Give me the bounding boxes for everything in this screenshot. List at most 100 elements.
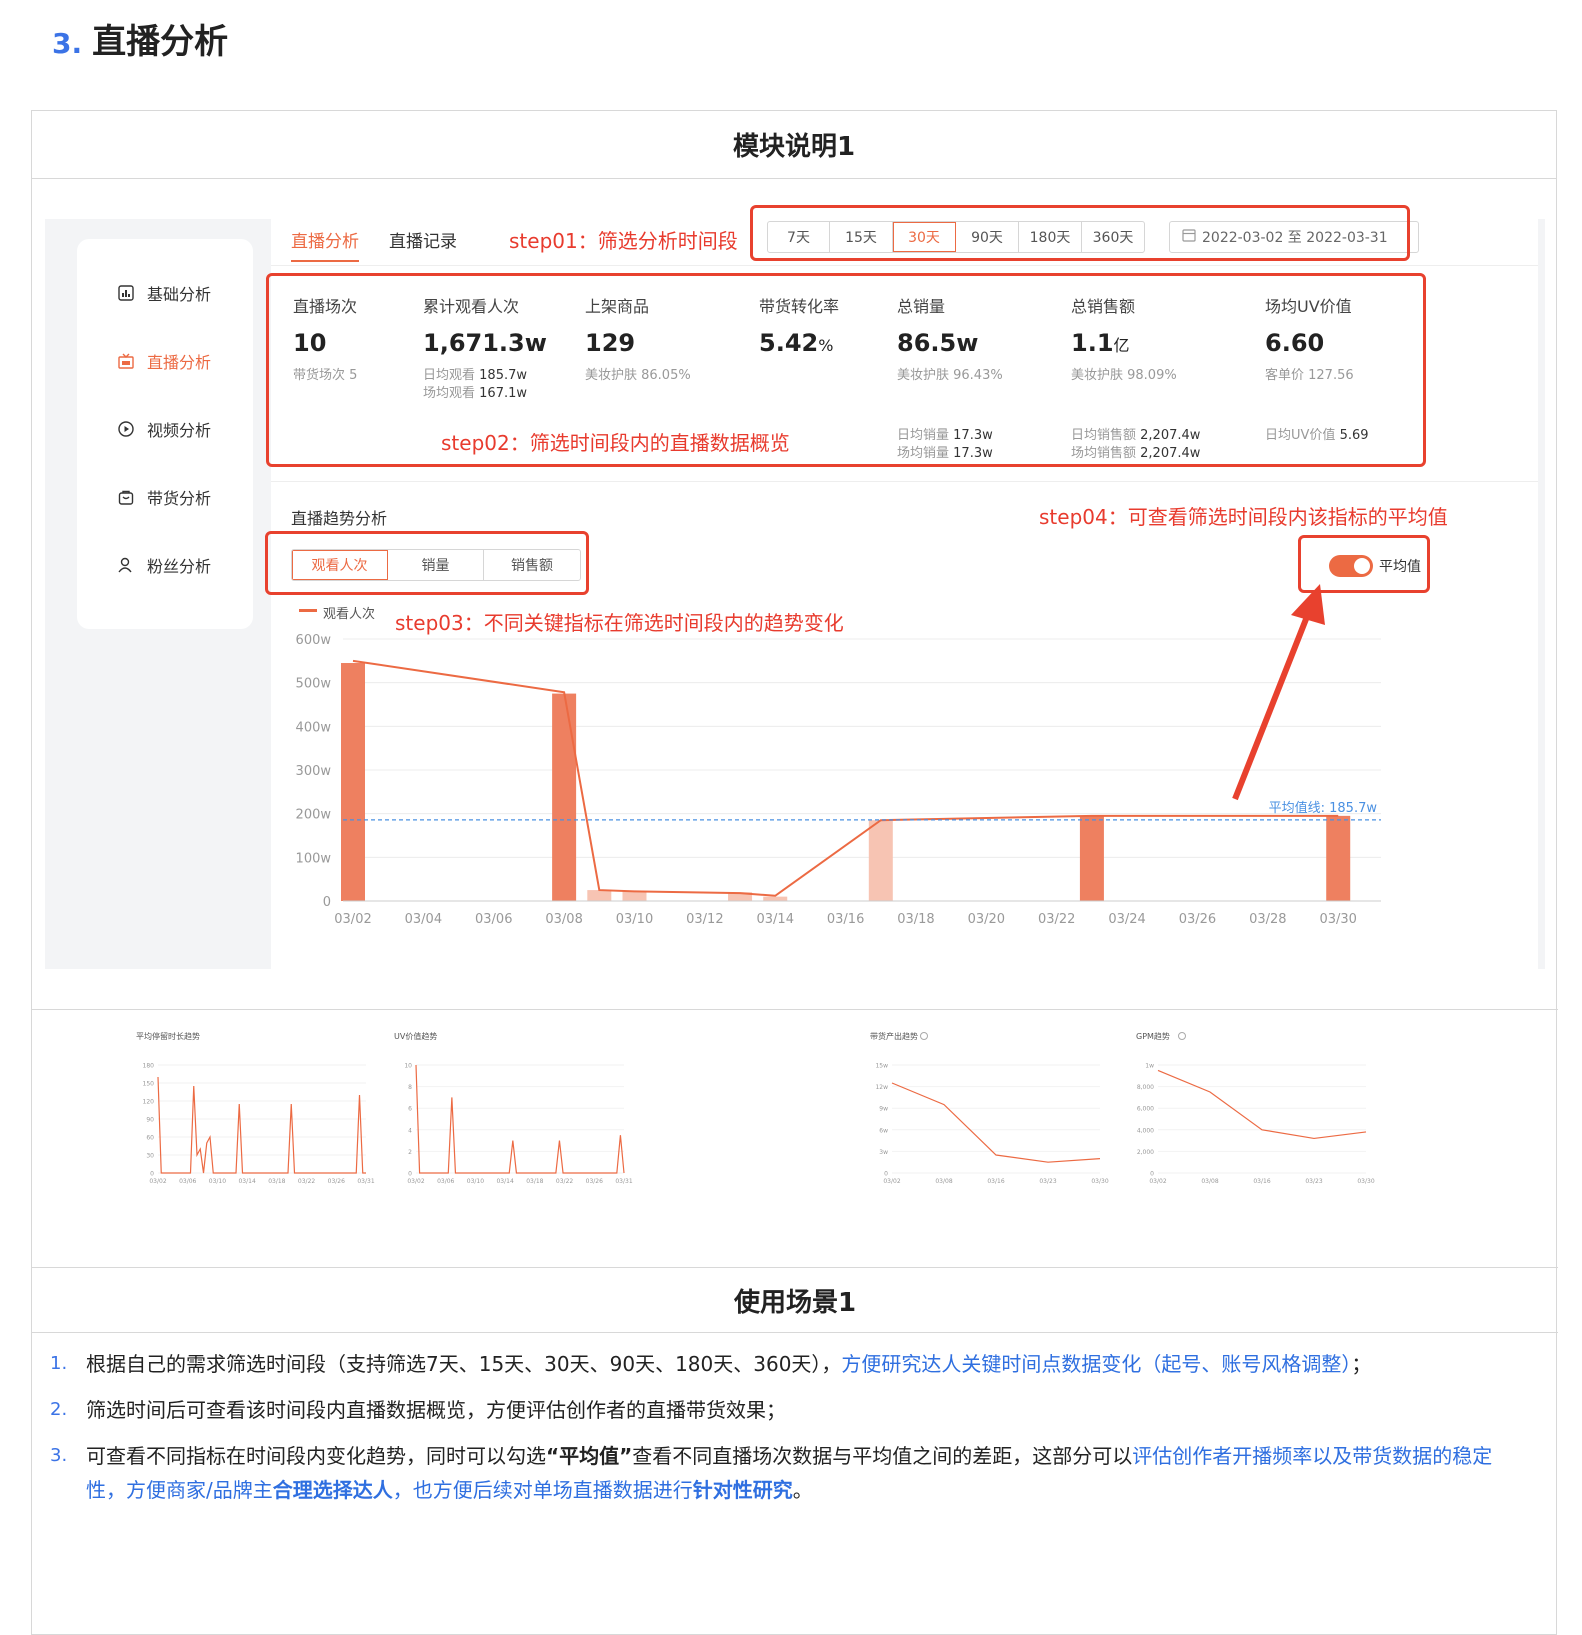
y-tick-label: 150 bbox=[143, 1081, 155, 1088]
y-tick-label: 6w bbox=[879, 1127, 888, 1134]
sidebar: 基础分析 直播分析 视频分析 带货分析 粉丝分析 bbox=[77, 239, 253, 629]
x-tick-label: 03/02 bbox=[407, 1178, 424, 1185]
bar bbox=[1326, 815, 1351, 901]
x-tick-label: 03/06 bbox=[437, 1178, 454, 1185]
y-tick-label: 8,000 bbox=[1137, 1084, 1154, 1091]
y-tick-label: 200w bbox=[296, 808, 332, 823]
y-tick-label: 10 bbox=[404, 1063, 412, 1070]
x-tick-label: 03/24 bbox=[1108, 912, 1145, 927]
y-tick-label: 1w bbox=[1145, 1063, 1154, 1070]
y-tick-label: 0 bbox=[884, 1171, 888, 1178]
x-tick-label: 03/26 bbox=[1179, 912, 1216, 927]
sidebar-item-label: 带货分析 bbox=[147, 489, 212, 508]
x-tick-label: 03/02 bbox=[1149, 1178, 1166, 1185]
mini-chart-title: 带货产出趋势 bbox=[870, 1031, 918, 1041]
bar bbox=[763, 896, 788, 901]
y-tick-label: 4,000 bbox=[1137, 1127, 1154, 1134]
x-tick-label: 03/04 bbox=[405, 912, 442, 927]
y-tick-label: 0 bbox=[1150, 1171, 1154, 1178]
x-tick-label: 03/31 bbox=[357, 1178, 374, 1185]
y-tick-label: 600w bbox=[296, 633, 332, 648]
y-tick-label: 9w bbox=[879, 1106, 888, 1113]
mini-chart-stay-duration: 平均停留时长趋势 0 30 60 90 120 150 180 03/02 03/06 03/10 0… bbox=[136, 1031, 375, 1185]
usage-title: 使用场景1 bbox=[733, 1287, 857, 1318]
y-tick-label: 120 bbox=[143, 1099, 155, 1106]
y-tick-label: 4 bbox=[408, 1127, 412, 1134]
mini-chart-title: GPM趋势 bbox=[1136, 1031, 1170, 1041]
bag-icon bbox=[117, 488, 135, 506]
sidebar-item-label: 直播分析 bbox=[147, 353, 212, 372]
bar bbox=[587, 890, 612, 901]
x-tick-label: 03/06 bbox=[475, 912, 512, 927]
mini-series-line bbox=[415, 1064, 625, 1174]
x-tick-label: 03/18 bbox=[897, 912, 934, 927]
x-tick-label: 03/10 bbox=[616, 912, 653, 927]
x-tick-label: 03/14 bbox=[496, 1178, 513, 1185]
x-tick-label: 03/20 bbox=[968, 912, 1005, 927]
y-tick-label: 90 bbox=[146, 1117, 154, 1124]
sidebar-item-fans[interactable]: 粉丝分析 bbox=[117, 553, 211, 577]
x-tick-label: 03/02 bbox=[883, 1178, 900, 1185]
y-tick-label: 6 bbox=[408, 1106, 412, 1113]
y-tick-label: 2,000 bbox=[1137, 1149, 1154, 1156]
sidebar-item-label: 粉丝分析 bbox=[147, 557, 212, 576]
y-tick-label: 60 bbox=[146, 1135, 154, 1142]
mini-chart-uv-value: UV价值趋势 0 2 4 6 8 10 03/02 03/06 03/10 03/14 03/18 03… bbox=[394, 1031, 633, 1185]
x-tick-label: 03/22 bbox=[1038, 912, 1075, 927]
embedded-screenshot: 基础分析 直播分析 视频分析 带货分析 粉丝分析 直播分析 直播记录 step0… bbox=[45, 205, 1545, 969]
y-tick-label: 0 bbox=[323, 895, 331, 910]
bar bbox=[341, 663, 365, 901]
y-tick-label: 100w bbox=[296, 851, 332, 866]
y-tick-label: 12w bbox=[875, 1084, 888, 1091]
x-tick-label: 03/16 bbox=[987, 1178, 1004, 1185]
x-tick-label: 03/08 bbox=[1201, 1178, 1218, 1185]
section-title: 直播分析 bbox=[92, 22, 229, 62]
x-tick-label: 03/12 bbox=[686, 912, 723, 927]
bar bbox=[552, 693, 577, 901]
x-tick-label: 03/30 bbox=[1091, 1178, 1108, 1185]
list-item: 1. 根据自己的需求筛选时间段（支持筛选7天、15天、30天、90天、180天、… bbox=[50, 1352, 1372, 1376]
sidebar-item-video[interactable]: 视频分析 bbox=[117, 417, 211, 441]
x-tick-label: 03/26 bbox=[586, 1178, 603, 1185]
x-tick-label: 03/30 bbox=[1357, 1178, 1374, 1185]
series-line bbox=[352, 659, 1339, 897]
x-tick-label: 03/14 bbox=[238, 1178, 255, 1185]
mini-chart-title: UV价值趋势 bbox=[394, 1031, 437, 1041]
mini-chart-output: 带货产出趋势 0 3w 6w 9w 12w 15w 03/02 03/08 03/16 03/23 0… bbox=[870, 1031, 1109, 1185]
x-tick-label: 03/23 bbox=[1039, 1178, 1056, 1185]
x-tick-label: 03/10 bbox=[467, 1178, 484, 1185]
module-title: 模块说明1 bbox=[32, 111, 1556, 179]
y-tick-label: 300w bbox=[296, 764, 332, 779]
x-tick-label: 03/14 bbox=[757, 912, 794, 927]
x-tick-label: 03/06 bbox=[179, 1178, 196, 1185]
sidebar-item-goods[interactable]: 带货分析 bbox=[117, 485, 211, 509]
x-tick-label: 03/26 bbox=[328, 1178, 345, 1185]
bar bbox=[622, 891, 647, 901]
sidebar-item-label: 基础分析 bbox=[147, 285, 212, 304]
mini-chart-title: 平均停留时长趋势 bbox=[136, 1031, 200, 1041]
x-tick-label: 03/10 bbox=[209, 1178, 226, 1185]
play-icon bbox=[117, 420, 135, 438]
y-tick-label: 400w bbox=[296, 720, 332, 735]
x-tick-label: 03/02 bbox=[334, 912, 371, 927]
y-tick-label: 30 bbox=[146, 1153, 154, 1160]
y-tick-label: 500w bbox=[296, 677, 332, 692]
mini-series-line bbox=[891, 1082, 1101, 1163]
x-tick-label: 03/08 bbox=[935, 1178, 952, 1185]
mini-series-line bbox=[157, 1076, 366, 1174]
x-tick-label: 03/16 bbox=[827, 912, 864, 927]
x-tick-label: 03/30 bbox=[1319, 912, 1356, 927]
bar-chart-icon bbox=[117, 284, 135, 302]
sidebar-item-label: 视频分析 bbox=[147, 421, 212, 440]
x-tick-label: 03/28 bbox=[1249, 912, 1286, 927]
user-icon bbox=[117, 556, 135, 574]
x-tick-label: 03/16 bbox=[1253, 1178, 1270, 1185]
sidebar-item-live[interactable]: 直播分析 bbox=[117, 349, 211, 373]
x-tick-label: 03/08 bbox=[545, 912, 582, 927]
y-tick-label: 2 bbox=[408, 1149, 412, 1156]
doc-table: 模块说明1 基础分析 直播分析 视频分析 带货分析 粉丝分析 直播分析 直播记录… bbox=[31, 110, 1558, 1635]
sidebar-item-basic[interactable]: 基础分析 bbox=[117, 281, 211, 305]
help-icon bbox=[1178, 1032, 1186, 1040]
y-tick-label: 0 bbox=[150, 1171, 154, 1178]
y-tick-label: 180 bbox=[143, 1063, 155, 1070]
